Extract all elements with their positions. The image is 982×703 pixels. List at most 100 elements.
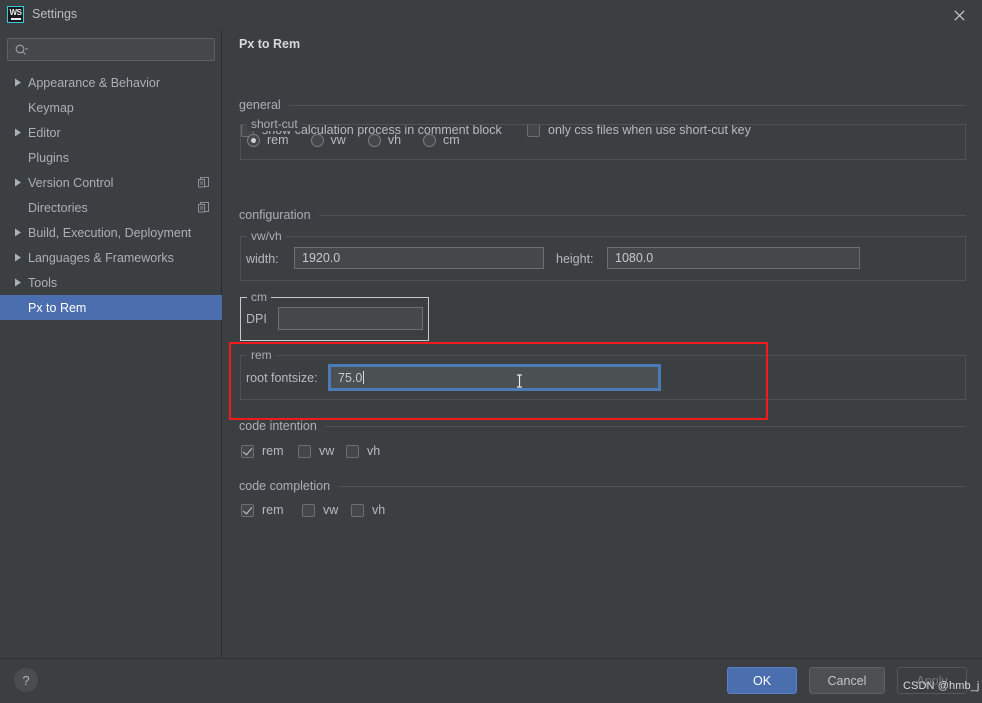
sidebar-item-build-execution-deployment[interactable]: Build, Execution, Deployment	[0, 220, 222, 245]
section-header-label: configuration	[239, 208, 311, 222]
radio-group-short-cut: rem vw vh cm	[247, 133, 482, 147]
checkbox-code-intention-rem[interactable]: rem	[241, 444, 284, 458]
groupbox-title: cm	[247, 290, 271, 304]
chevron-right-icon[interactable]	[14, 278, 28, 287]
dialog-footer: ? OK Cancel Apply	[0, 658, 982, 703]
sidebar-item-tools[interactable]: Tools	[0, 270, 222, 295]
chevron-right-icon[interactable]	[14, 78, 28, 87]
section-divider	[324, 425, 966, 427]
checkbox-box[interactable]	[298, 444, 311, 458]
sidebar-item-label: Build, Execution, Deployment	[28, 225, 192, 240]
window-title: Settings	[32, 7, 78, 21]
checkbox-label: vh	[367, 444, 381, 458]
settings-content-pane: Px to Rem general show calculation proce…	[223, 30, 982, 658]
logo-text: WS	[9, 8, 22, 17]
width-label: width:	[246, 252, 279, 266]
section-divider	[288, 104, 966, 106]
sidebar-item-label: Keymap	[28, 100, 74, 115]
section-header-code-completion: code completion	[239, 479, 966, 493]
chevron-right-icon[interactable]	[14, 228, 28, 237]
sidebar-item-label: Editor	[28, 125, 61, 140]
sidebar-item-editor[interactable]: Editor	[0, 120, 222, 145]
chevron-right-icon[interactable]	[14, 178, 28, 187]
checkbox-label: rem	[262, 503, 284, 517]
section-divider	[338, 485, 966, 487]
watermark-text: CSDN @hmb_j	[903, 680, 980, 692]
settings-sidebar: Appearance & Behavior Keymap Editor Plug…	[0, 30, 222, 658]
radio-button[interactable]	[310, 133, 324, 147]
radio-button[interactable]	[247, 133, 260, 147]
text-caret	[363, 371, 365, 384]
radio-label: vh	[387, 133, 402, 147]
ibeam-cursor-icon	[516, 374, 523, 388]
ok-button[interactable]: OK	[727, 667, 797, 694]
checkbox-label: rem	[262, 444, 284, 458]
radio-option-rem[interactable]: rem	[247, 133, 289, 147]
sidebar-item-keymap[interactable]: Keymap	[0, 95, 222, 120]
checkbox-box[interactable]	[241, 444, 254, 458]
groupbox-title: short-cut	[247, 117, 302, 131]
checkbox-code-completion-vh[interactable]: vh	[351, 503, 385, 517]
radio-option-vh[interactable]: vh	[367, 133, 402, 147]
height-label: height:	[556, 252, 594, 266]
sidebar-item-plugins[interactable]: Plugins	[0, 145, 222, 170]
cancel-button[interactable]: Cancel	[809, 667, 885, 694]
checkbox-code-completion-rem[interactable]: rem	[241, 503, 284, 517]
checkbox-box[interactable]	[351, 503, 364, 517]
page-title: Px to Rem	[239, 37, 301, 51]
root-fontsize-input[interactable]: 75.0	[328, 364, 661, 391]
sidebar-item-version-control[interactable]: Version Control	[0, 170, 222, 195]
sidebar-item-label: Px to Rem	[28, 300, 87, 315]
section-divider	[318, 214, 966, 216]
sidebar-item-label: Version Control	[28, 175, 114, 190]
groupbox-cm: cm DPI	[240, 290, 429, 341]
checkbox-label: vw	[323, 503, 339, 517]
copy-icon	[197, 201, 210, 214]
checkbox-code-intention-vh[interactable]: vh	[346, 444, 380, 458]
search-icon	[15, 44, 28, 57]
radio-label: vw	[330, 133, 346, 147]
section-header-code-intention: code intention	[239, 419, 966, 433]
chevron-right-icon[interactable]	[14, 253, 28, 262]
chevron-right-icon[interactable]	[14, 128, 28, 137]
checkbox-box[interactable]	[346, 444, 359, 458]
sidebar-item-label: Tools	[28, 275, 58, 290]
sidebar-item-px-to-rem[interactable]: Px to Rem	[0, 295, 222, 320]
height-input[interactable]: 1080.0	[607, 247, 860, 269]
help-icon[interactable]: ?	[14, 668, 38, 692]
copy-icon	[197, 176, 210, 189]
help-glyph: ?	[22, 672, 30, 688]
title-bar: WS Settings	[0, 0, 982, 30]
groupbox-rem: rem root fontsize: 75.0	[240, 348, 966, 400]
checkbox-code-completion-vw[interactable]: vw	[302, 503, 338, 517]
section-header-label: general	[239, 98, 281, 112]
close-icon[interactable]	[936, 0, 982, 30]
checkbox-code-intention-vw[interactable]: vw	[298, 444, 334, 458]
sidebar-item-appearance-behavior[interactable]: Appearance & Behavior	[0, 70, 222, 95]
radio-button[interactable]	[367, 133, 381, 147]
groupbox-title: rem	[247, 348, 276, 362]
section-header-label: code intention	[239, 419, 317, 433]
checkbox-box[interactable]	[302, 503, 315, 517]
checkbox-label: vw	[319, 444, 335, 458]
radio-option-vw[interactable]: vw	[310, 133, 346, 147]
root-fontsize-label: root fontsize:	[246, 371, 318, 385]
dpi-input[interactable]	[278, 307, 423, 330]
sidebar-item-label: Plugins	[28, 150, 69, 165]
radio-option-cm[interactable]: cm	[423, 133, 460, 147]
groupbox-vw-vh: vw/vh width: 1920.0 height: 1080.0	[240, 229, 966, 281]
sidebar-item-label: Appearance & Behavior	[28, 75, 161, 90]
search-field-wrapper[interactable]	[7, 38, 215, 61]
radio-label: cm	[443, 133, 460, 147]
sidebar-item-directories[interactable]: Directories	[0, 195, 222, 220]
sidebar-item-languages-frameworks[interactable]: Languages & Frameworks	[0, 245, 222, 270]
width-input[interactable]: 1920.0	[294, 247, 544, 269]
search-input[interactable]	[7, 38, 215, 61]
radio-button[interactable]	[423, 133, 437, 147]
groupbox-short-cut: short-cut rem vw vh cm	[240, 117, 966, 160]
checkbox-label: vh	[372, 503, 386, 517]
section-header-label: code completion	[239, 479, 331, 493]
checkbox-box[interactable]	[241, 503, 254, 517]
section-header-general: general	[239, 98, 966, 112]
logo-underline	[10, 18, 21, 20]
